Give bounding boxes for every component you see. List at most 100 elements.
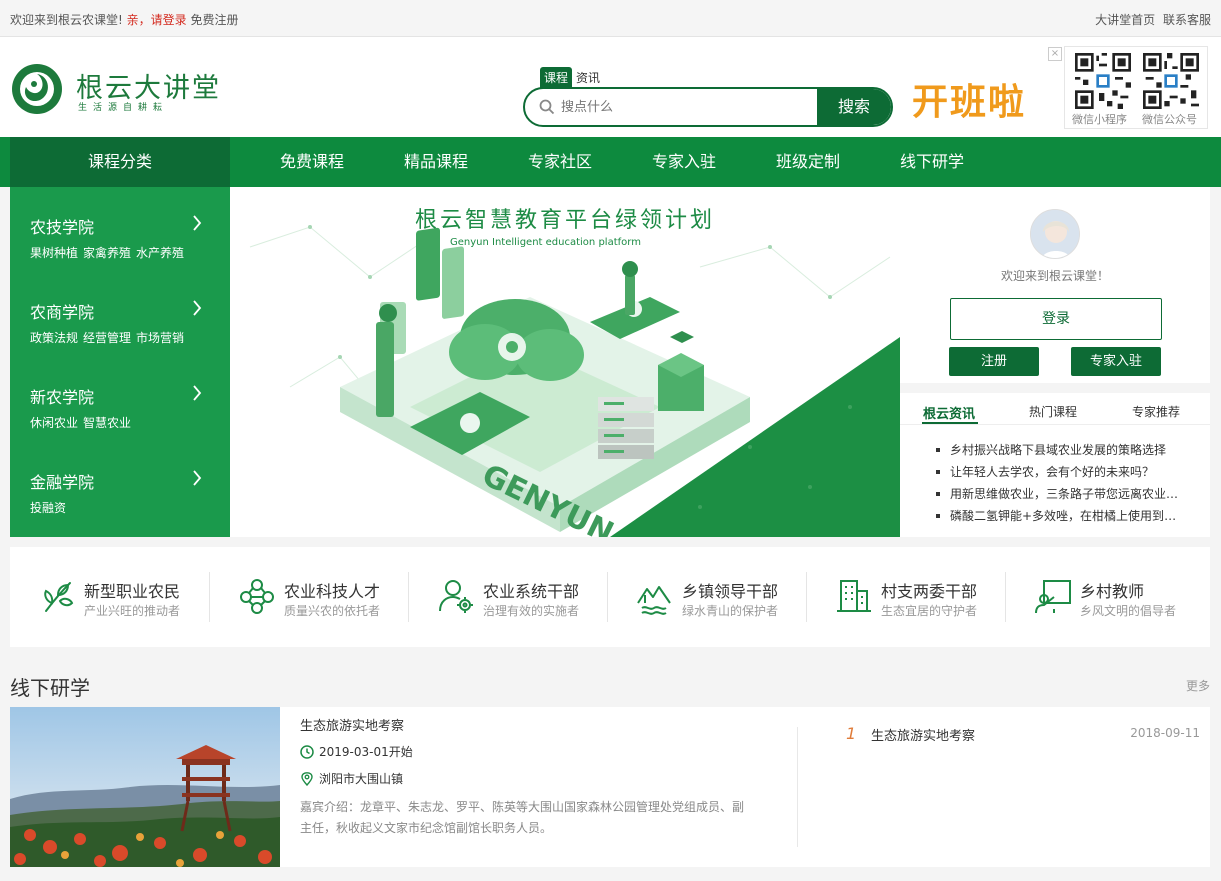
category-title: 新型职业农民 bbox=[84, 582, 181, 601]
rank-title[interactable]: 生态旅游实地考察 bbox=[871, 725, 975, 744]
teacher-icon bbox=[1035, 580, 1071, 614]
sprout-icon bbox=[44, 582, 74, 612]
sub-link[interactable]: 水产养殖 bbox=[136, 246, 184, 260]
sidebar-item-agribusiness[interactable]: 农商学院 政策法规 经营管理 市场营销 bbox=[10, 272, 230, 357]
banner-subtitle: Genyun Intelligent education platform bbox=[450, 237, 641, 248]
sub-link[interactable]: 政策法规 bbox=[30, 331, 78, 345]
search-tab-course[interactable]: 课程 bbox=[540, 67, 573, 89]
sub-link[interactable]: 休闲农业 bbox=[30, 416, 78, 430]
top-bar-left: 欢迎来到根云农课堂! 亲，请登录 免费注册 bbox=[10, 11, 239, 28]
list-item[interactable]: 用新思维做农业，三条路子带您远离农业陷阱 bbox=[934, 483, 1180, 505]
category-new-farmer[interactable]: 新型职业农民 产业兴旺的推动者 bbox=[10, 547, 209, 647]
network-icon bbox=[240, 579, 274, 614]
nav-item-class-custom[interactable]: 班级定制 bbox=[776, 137, 840, 187]
chevron-right-icon bbox=[193, 300, 202, 316]
search-box: 搜索 bbox=[523, 87, 893, 127]
college-subs: 政策法规 经营管理 市场营销 bbox=[30, 329, 189, 346]
category-township-leader[interactable]: 乡镇领导干部 绿水青山的保护者 bbox=[608, 547, 807, 647]
nav-item-offline-study[interactable]: 线下研学 bbox=[900, 137, 964, 187]
location-pin-icon bbox=[301, 772, 313, 787]
search-tabs: 课程 资讯 bbox=[540, 67, 604, 89]
sub-link[interactable]: 市场营销 bbox=[136, 331, 184, 345]
banner-title: 根云智慧教育平台绿领计划 bbox=[415, 208, 715, 233]
expert-join-button[interactable]: 专家入驻 bbox=[1071, 347, 1161, 376]
search-input[interactable] bbox=[561, 97, 811, 117]
mountain-icon bbox=[637, 586, 671, 615]
study-divider bbox=[797, 727, 798, 847]
building-icon bbox=[837, 580, 871, 612]
college-title: 农商学院 bbox=[30, 303, 95, 322]
login-link[interactable]: 亲，请登录 bbox=[127, 13, 187, 27]
chevron-right-icon bbox=[193, 215, 202, 231]
qr-panel: 微信小程序 微信公众号 bbox=[1064, 46, 1208, 129]
news-panel: 根云资讯 热门课程 专家推荐 乡村振兴战略下县域农业发展的策略选择 让年轻人去学… bbox=[900, 393, 1210, 537]
college-subs: 投融资 bbox=[30, 499, 71, 516]
category-rural-teacher[interactable]: 乡村教师 乡风文明的倡导者 bbox=[1006, 547, 1205, 647]
user-panel: 欢迎来到根云课堂！ 登录 注册 专家入驻 bbox=[900, 187, 1210, 383]
welcome-text: 欢迎来到根云农课堂! bbox=[10, 13, 123, 27]
sub-link[interactable]: 家禽养殖 bbox=[83, 246, 131, 260]
category-subtitle: 乡风文明的倡导者 bbox=[1080, 604, 1177, 618]
category-agri-cadre[interactable]: 农业系统干部 治理有效的实施者 bbox=[409, 547, 608, 647]
logo[interactable]: 根云大讲堂 生活源自耕耘 bbox=[10, 64, 219, 114]
study-title[interactable]: 生态旅游实地考察 bbox=[300, 715, 404, 734]
category-subtitle: 生态宜居的守护者 bbox=[881, 604, 978, 618]
more-link[interactable]: 更多 bbox=[1186, 677, 1210, 694]
nav-item-premium-courses[interactable]: 精品课程 bbox=[404, 137, 468, 187]
sidebar-item-agritech[interactable]: 农技学院 果树种植 家禽养殖 水产养殖 bbox=[10, 187, 230, 272]
tab-genyun-news[interactable]: 根云资讯 bbox=[923, 403, 975, 422]
hero-banner[interactable]: GENYUN 根云智慧教育平台绿领计划 Genyun Intelligent e… bbox=[230, 187, 900, 537]
category-village-cadre[interactable]: 村支两委干部 生态宜居的守护者 bbox=[807, 547, 1006, 647]
list-item[interactable]: 磷酸二氢钾能+多效唑，在柑橘上使用到底有什么作用 bbox=[934, 505, 1180, 527]
top-bar-right: 大讲堂首页 联系客服 bbox=[1091, 11, 1211, 28]
category-subtitle: 治理有效的实施者 bbox=[483, 604, 580, 618]
course-category-menu[interactable]: 课程分类 bbox=[10, 137, 230, 187]
close-icon[interactable]: × bbox=[1048, 47, 1062, 61]
tab-expert-recommend[interactable]: 专家推荐 bbox=[1132, 403, 1180, 420]
login-button[interactable]: 登录 bbox=[950, 298, 1162, 340]
avatar-image bbox=[1031, 210, 1079, 258]
sidebar-item-finance[interactable]: 金融学院 投融资 bbox=[10, 442, 230, 527]
list-item[interactable]: 乡村振兴战略下县域农业发展的策略选择 bbox=[934, 439, 1180, 461]
category-agri-tech-talent[interactable]: 农业科技人才 质量兴农的依托者 bbox=[210, 547, 409, 647]
study-date-row: 2019-03-01开始 bbox=[300, 743, 413, 760]
nav-item-free-courses[interactable]: 免费课程 bbox=[280, 137, 344, 187]
college-title: 新农学院 bbox=[30, 388, 95, 407]
college-title: 农技学院 bbox=[30, 218, 95, 237]
avatar[interactable] bbox=[1030, 209, 1080, 259]
search-icon bbox=[539, 99, 555, 115]
active-tab-indicator bbox=[922, 422, 978, 424]
search-tab-news[interactable]: 资讯 bbox=[572, 67, 604, 89]
sub-link[interactable]: 智慧农业 bbox=[83, 416, 131, 430]
study-description: 嘉宾介绍：龙章平、朱志龙、罗平、陈英等大围山国家森林公园管理处党组成员、副主任，… bbox=[300, 800, 745, 835]
category-sidebar: 农技学院 果树种植 家禽养殖 水产养殖 农商学院 政策法规 经营管理 市场营销 新农学院… bbox=[10, 187, 230, 537]
register-button[interactable]: 注册 bbox=[949, 347, 1039, 376]
clock-icon bbox=[300, 745, 314, 759]
study-image[interactable] bbox=[10, 707, 280, 867]
chevron-right-icon bbox=[193, 470, 202, 486]
nav-item-expert-join[interactable]: 专家入驻 bbox=[652, 137, 716, 187]
category-title: 村支两委干部 bbox=[881, 582, 978, 601]
list-item[interactable]: 让年轻人去学农，会有个好的未来吗？ bbox=[934, 461, 1180, 483]
tab-hot-courses[interactable]: 热门课程 bbox=[1029, 403, 1077, 420]
sub-link[interactable]: 经营管理 bbox=[83, 331, 131, 345]
search-button[interactable]: 搜索 bbox=[817, 89, 891, 125]
sidebar-item-new-farming[interactable]: 新农学院 休闲农业 智慧农业 bbox=[10, 357, 230, 442]
sub-link[interactable]: 投融资 bbox=[30, 501, 66, 515]
study-location-row: 浏阳市大围山镇 bbox=[300, 770, 403, 787]
promo-banner[interactable]: 开班啦 bbox=[912, 73, 1026, 125]
chevron-right-icon bbox=[193, 385, 202, 401]
study-date: 2019-03-01开始 bbox=[319, 745, 413, 759]
category-title: 农业科技人才 bbox=[284, 582, 381, 601]
register-link[interactable]: 免费注册 bbox=[190, 13, 238, 27]
rank-date: 2018-09-11 bbox=[1130, 726, 1200, 740]
logo-icon bbox=[12, 64, 62, 114]
sub-link[interactable]: 果树种植 bbox=[30, 246, 78, 260]
category-title: 乡村教师 bbox=[1080, 582, 1145, 601]
qr-code-official-account bbox=[1143, 53, 1199, 109]
category-subtitle: 绿水青山的保护者 bbox=[682, 604, 779, 618]
service-link[interactable]: 联系客服 bbox=[1163, 13, 1211, 27]
college-subs: 果树种植 家禽养殖 水产养殖 bbox=[30, 244, 189, 261]
home-link[interactable]: 大讲堂首页 bbox=[1095, 13, 1155, 27]
nav-item-expert-community[interactable]: 专家社区 bbox=[528, 137, 592, 187]
